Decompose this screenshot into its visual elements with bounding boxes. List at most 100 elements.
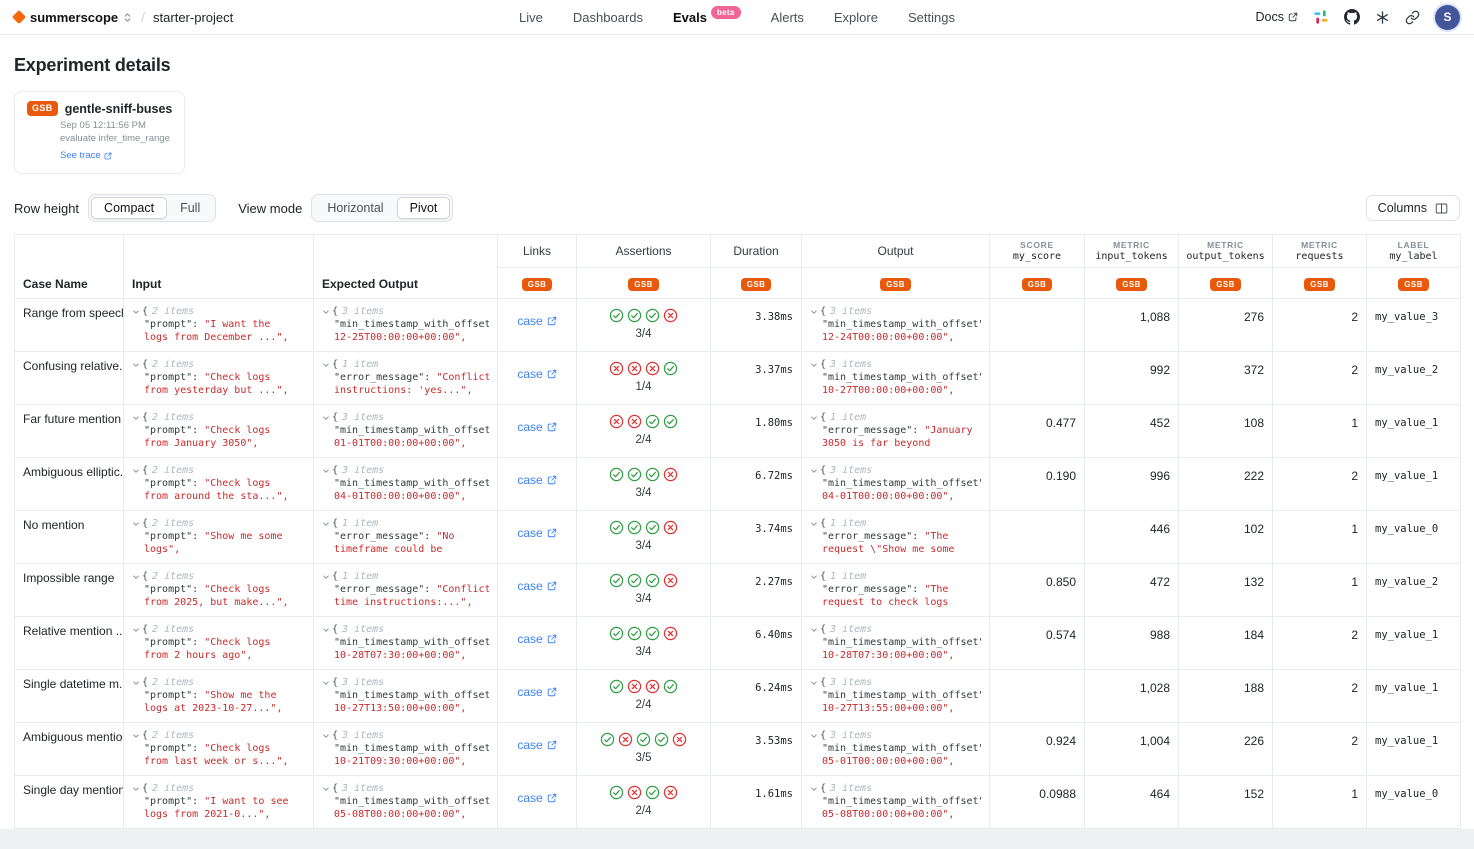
table-row[interactable]: Impossible range{2 items"prompt": "Check… [15,564,1461,617]
run-badge[interactable]: GSB [1398,278,1429,291]
nav-item-alerts[interactable]: Alerts [771,0,804,34]
run-badge[interactable]: GSB [1210,278,1241,291]
column-group-output[interactable]: Output [802,235,990,268]
experiment-card[interactable]: GSB gentle-sniff-buses Sep 05 12:11:56 P… [14,91,185,174]
chevron-down-icon[interactable] [810,732,818,740]
chevron-down-icon[interactable] [132,573,140,581]
case-link[interactable]: case [517,579,556,593]
column-group-duration[interactable]: Duration [711,235,802,268]
link-icon[interactable] [1405,10,1420,25]
chevron-down-icon[interactable] [810,308,818,316]
column-header-requests[interactable]: METRICrequests [1273,235,1367,268]
table-row[interactable]: Relative mention ...{2 items"prompt": "C… [15,617,1461,670]
column-group-links[interactable]: Links [498,235,577,268]
run-badge: GSB [27,101,58,116]
case-link[interactable]: case [517,685,556,699]
run-badge[interactable]: GSB [522,278,553,291]
avatar[interactable]: S [1435,5,1460,30]
chevron-down-icon[interactable] [322,732,330,740]
run-badge[interactable]: GSB [1304,278,1335,291]
table-row[interactable]: Ambiguous mention{2 items"prompt": "Chec… [15,723,1461,776]
project-name[interactable]: starter-project [153,10,233,25]
column-header-case_name[interactable]: Case Name [15,235,124,299]
run-badge[interactable]: GSB [1116,278,1147,291]
case-link[interactable]: case [517,526,556,540]
chevron-down-icon[interactable] [132,732,140,740]
run-badge[interactable]: GSB [741,278,772,291]
chevron-down-icon[interactable] [132,467,140,475]
row-height-option-compact[interactable]: Compact [91,197,167,219]
case-link[interactable]: case [517,791,556,805]
chevron-down-icon[interactable] [810,785,818,793]
chevron-down-icon[interactable] [810,626,818,634]
chevron-down-icon[interactable] [810,679,818,687]
chevron-down-icon[interactable] [322,308,330,316]
chevron-down-icon[interactable] [132,785,140,793]
table-row[interactable]: Single day mention{2 items"prompt": "I w… [15,776,1461,829]
column-header-input_tokens[interactable]: METRICinput_tokens [1085,235,1179,268]
view-mode-option-horizontal[interactable]: Horizontal [314,197,396,219]
chevron-down-icon[interactable] [322,679,330,687]
chevron-down-icon[interactable] [132,308,140,316]
cell-input-tokens: 472 [1085,564,1179,617]
github-icon[interactable] [1344,9,1360,25]
chevron-down-icon[interactable] [322,785,330,793]
chevron-down-icon[interactable] [322,520,330,528]
columns-button[interactable]: Columns [1366,195,1460,221]
nav-item-evals[interactable]: Evalsbeta [673,0,741,34]
chevron-down-icon[interactable] [132,414,140,422]
column-header-label[interactable]: LABELmy_label [1367,235,1461,268]
nav-item-explore[interactable]: Explore [834,0,878,34]
chevron-down-icon[interactable] [810,573,818,581]
chevrons-up-down-icon[interactable] [122,12,133,23]
org-name[interactable]: summerscope [30,10,118,25]
cell-output: {3 items"min_timestamp_with_offset":10-2… [802,617,990,670]
table-row[interactable]: Far future mention{2 items"prompt": "Che… [15,405,1461,458]
cell-score: 0.0988 [990,776,1085,829]
run-badge[interactable]: GSB [880,278,911,291]
run-badge[interactable]: GSB [1022,278,1053,291]
chevron-down-icon[interactable] [810,520,818,528]
chevron-down-icon[interactable] [132,520,140,528]
table-row[interactable]: No mention{2 items"prompt": "Show me som… [15,511,1461,564]
chevron-down-icon[interactable] [810,361,818,369]
column-header-input[interactable]: Input [124,235,314,299]
docs-link[interactable]: Docs [1256,10,1298,24]
chevron-down-icon[interactable] [322,414,330,422]
cell-case-name: Impossible range [15,564,124,617]
view-mode-option-pivot[interactable]: Pivot [397,197,451,219]
case-link[interactable]: case [517,314,556,328]
column-header-expected[interactable]: Expected Output [314,235,498,299]
table-row[interactable]: Range from speech{2 items"prompt": "I wa… [15,299,1461,352]
sparkle-icon[interactable] [1375,10,1390,25]
row-height-option-full[interactable]: Full [167,197,213,219]
cell-expected-output: {3 items"min_timestamp_with_offset":10-2… [314,617,498,670]
chevron-down-icon[interactable] [322,626,330,634]
case-link[interactable]: case [517,738,556,752]
docs-label: Docs [1256,10,1284,24]
nav-item-dashboards[interactable]: Dashboards [573,0,643,34]
column-header-output_tokens[interactable]: METRICoutput_tokens [1179,235,1273,268]
column-header-score[interactable]: SCOREmy_score [990,235,1085,268]
nav-item-live[interactable]: Live [519,0,543,34]
see-trace-link[interactable]: See trace [60,150,112,161]
chevron-down-icon[interactable] [132,361,140,369]
slack-icon[interactable] [1313,9,1329,25]
column-group-assertions[interactable]: Assertions [577,235,711,268]
case-link[interactable]: case [517,473,556,487]
case-link[interactable]: case [517,367,556,381]
chevron-down-icon[interactable] [810,414,818,422]
run-badge[interactable]: GSB [628,278,659,291]
case-link[interactable]: case [517,420,556,434]
chevron-down-icon[interactable] [132,679,140,687]
table-row[interactable]: Ambiguous elliptic...{2 items"prompt": "… [15,458,1461,511]
chevron-down-icon[interactable] [132,626,140,634]
nav-item-settings[interactable]: Settings [908,0,955,34]
chevron-down-icon[interactable] [322,467,330,475]
chevron-down-icon[interactable] [322,573,330,581]
chevron-down-icon[interactable] [810,467,818,475]
chevron-down-icon[interactable] [322,361,330,369]
table-row[interactable]: Confusing relative...{2 items"prompt": "… [15,352,1461,405]
table-row[interactable]: Single datetime m...{2 items"prompt": "S… [15,670,1461,723]
case-link[interactable]: case [517,632,556,646]
